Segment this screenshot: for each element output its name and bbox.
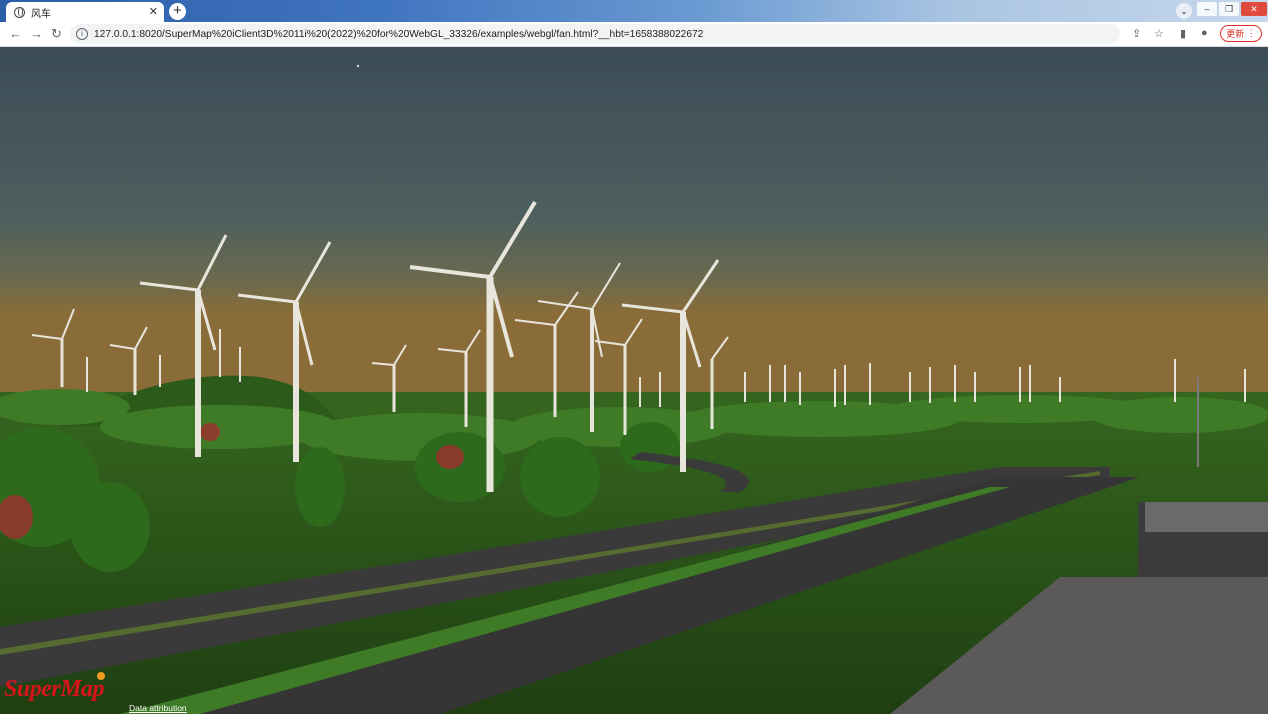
url-text[interactable]: 127.0.0.1:8020/SuperMap%20iClient3D%2011… — [94, 29, 703, 40]
sky — [0, 47, 1268, 427]
address-bar[interactable]: i 127.0.0.1:8020/SuperMap%20iClient3D%20… — [70, 24, 1120, 44]
window-controls: – ❐ ✕ — [1196, 0, 1268, 22]
reload-icon[interactable]: ↻ — [51, 26, 62, 42]
tab-bar: 风车 ✕ + ⌄ – ❐ ✕ — [0, 0, 1268, 22]
address-toolbar: ← → ↻ i 127.0.0.1:8020/SuperMap%20iClien… — [0, 22, 1268, 47]
building-roof — [1145, 502, 1268, 532]
update-label: 更新 — [1226, 29, 1245, 39]
site-info-icon[interactable]: i — [76, 28, 88, 40]
minimize-button[interactable]: – — [1197, 2, 1217, 16]
wind-farm-scene[interactable] — [0, 47, 1268, 714]
tab-close-icon[interactable]: ✕ — [149, 5, 158, 18]
star — [356, 64, 360, 68]
logo-dot-icon — [97, 672, 105, 680]
close-window-button[interactable]: ✕ — [1241, 2, 1267, 16]
globe-icon — [14, 6, 25, 18]
data-attribution-link[interactable]: Data attribution — [129, 703, 187, 713]
share-icon[interactable]: ⇪ — [1132, 27, 1141, 40]
profile-icon[interactable]: ● — [1201, 27, 1208, 39]
tab-search-dropdown-icon[interactable]: ⌄ — [1176, 3, 1192, 19]
tab-title: 风车 — [31, 8, 51, 20]
supermap-logo: SuperMap — [4, 672, 105, 703]
maximize-button[interactable]: ❐ — [1219, 2, 1239, 16]
logo-text: SuperMap — [4, 676, 105, 702]
tab-active[interactable]: 风车 ✕ — [6, 2, 164, 22]
side-panel-icon[interactable]: ▮ — [1180, 27, 1186, 40]
back-icon[interactable]: ← — [9, 26, 22, 41]
new-tab-button[interactable]: + — [169, 3, 186, 20]
forward-icon[interactable]: → — [30, 26, 43, 41]
bookmark-star-icon[interactable]: ☆ — [1154, 27, 1164, 40]
menu-icon: ⋮ — [1246, 28, 1256, 38]
update-button[interactable]: 更新 ⋮ — [1220, 25, 1262, 42]
